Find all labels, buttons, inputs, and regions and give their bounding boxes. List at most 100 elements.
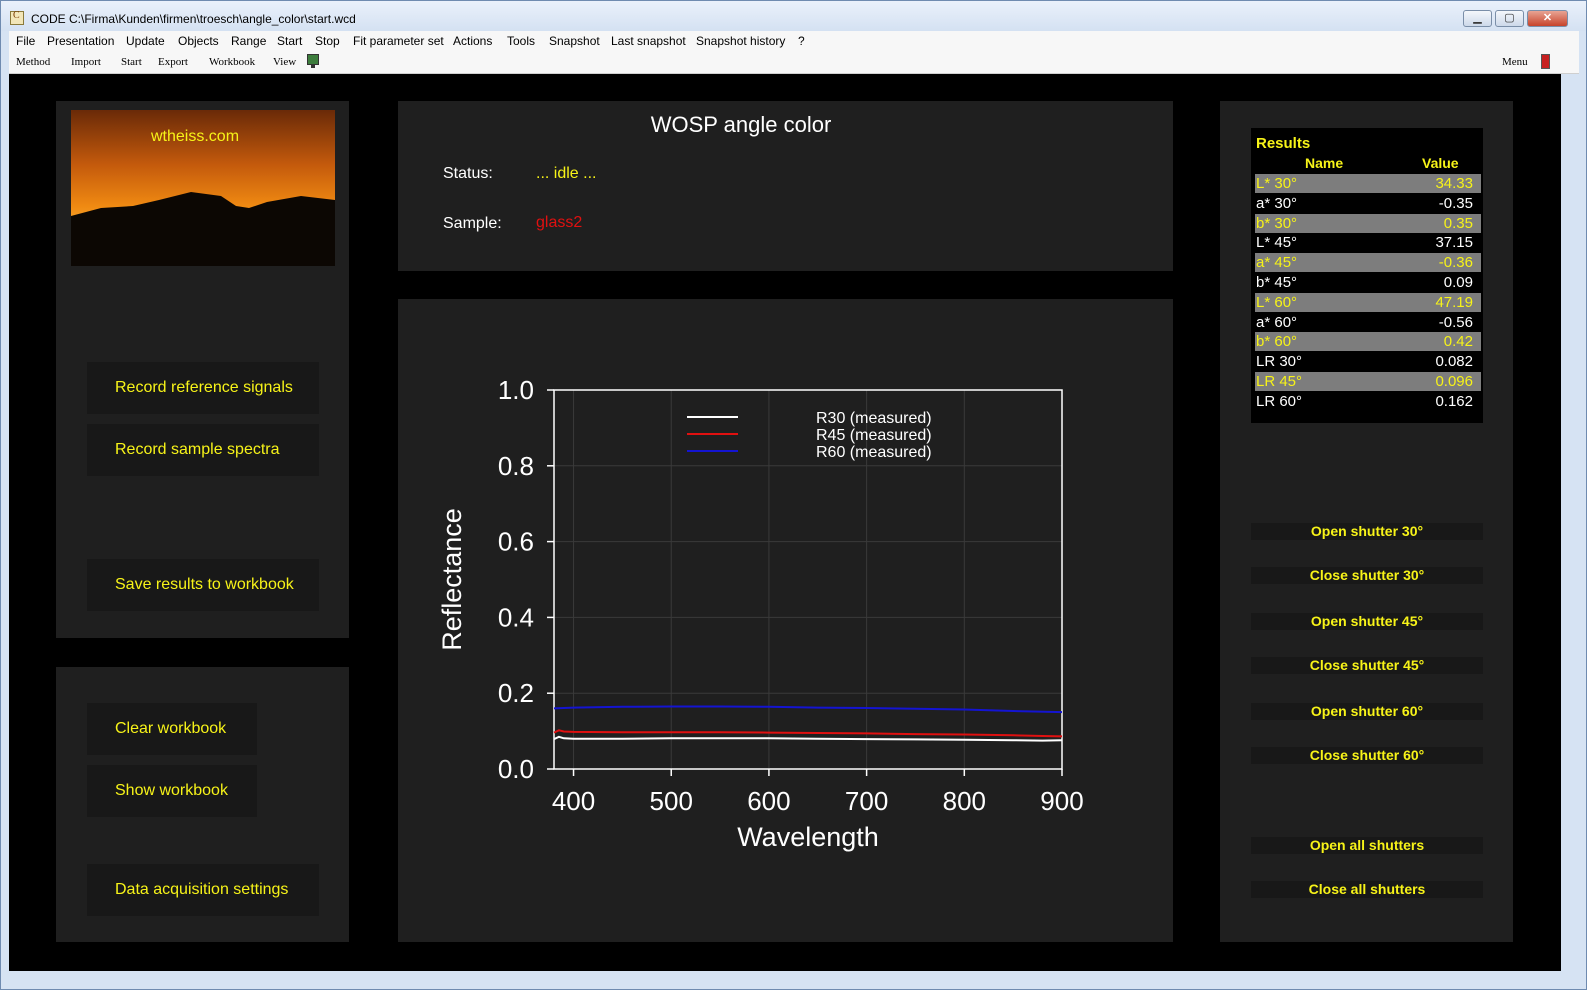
close-shutter-45-button[interactable]: Close shutter 45° (1251, 657, 1483, 674)
app-window: CODE C:\Firma\Kunden\firmen\troesch\angl… (0, 0, 1587, 990)
result-name: LR 30° (1256, 353, 1303, 371)
x-tick-label: 400 (552, 786, 595, 816)
save-results-button[interactable]: Save results to workbook (87, 559, 319, 611)
menu-tools[interactable]: Tools (507, 34, 535, 48)
chart-panel: 0.0 0.2 0.4 0.6 0.8 1.0 400 500 600 700 800 900 Wave… (398, 299, 1173, 942)
window-title: CODE C:\Firma\Kunden\firmen\troesch\angl… (31, 12, 356, 26)
app-icon (10, 10, 24, 25)
menu-fit-parameter-set[interactable]: Fit parameter set (353, 34, 444, 48)
open-shutter-45-button[interactable]: Open shutter 45° (1251, 613, 1483, 630)
toolbar-export[interactable]: Export (158, 56, 188, 68)
close-all-shutters-button[interactable]: Close all shutters (1251, 881, 1483, 898)
results-col-name: Name (1305, 155, 1344, 171)
menu-actions[interactable]: Actions (453, 34, 492, 48)
plot-area (554, 390, 1062, 769)
menu-start[interactable]: Start (277, 34, 302, 48)
result-value: 34.33 (1435, 175, 1473, 192)
table-row: L* 60° 47.19 (1255, 292, 1481, 312)
reflectance-chart: 0.0 0.2 0.4 0.6 0.8 1.0 400 500 600 700 800 900 Wave… (437, 375, 1084, 852)
result-value: -0.56 (1438, 313, 1473, 331)
close-shutter-30-button[interactable]: Close shutter 30° (1251, 567, 1483, 584)
status-value: ... idle ... (536, 165, 597, 182)
info-panel: WOSP angle color Status: ... idle ... Sa… (398, 101, 1173, 271)
results-table: Results Name Value L* 30° 34.33 a* 30° -0.3… (1251, 128, 1483, 423)
x-tick-label: 500 (650, 786, 693, 816)
table-row: L* 30° 34.33 (1255, 174, 1481, 193)
menu-update[interactable]: Update (126, 34, 165, 48)
y-tick-label: 0.2 (498, 678, 534, 708)
table-row: LR 60° 0.162 (1255, 392, 1481, 411)
toolbar: Method Import Start Export Workbook View… (9, 51, 1579, 74)
toolbar-menu[interactable]: Menu (1502, 56, 1528, 68)
y-axis-label: Reflectance (437, 508, 467, 651)
toolbar-start[interactable]: Start (121, 56, 142, 68)
minimize-button[interactable]: ▁ (1463, 10, 1492, 27)
table-row: L* 45° 37.15 (1255, 233, 1481, 252)
clear-workbook-button[interactable]: Clear workbook (87, 703, 257, 755)
results-col-value: Value (1422, 155, 1459, 171)
open-shutter-60-button[interactable]: Open shutter 60° (1251, 703, 1483, 720)
result-value: 37.15 (1435, 234, 1473, 252)
status-label: Status: (443, 165, 493, 182)
close-button[interactable]: ✕ (1527, 10, 1568, 27)
result-value: 0.09 (1443, 274, 1473, 291)
result-name: b* 30° (1256, 214, 1298, 232)
result-name: L* 45° (1256, 234, 1298, 252)
menu-range[interactable]: Range (231, 34, 266, 48)
mountain-silhouette (71, 192, 335, 266)
toolbar-view[interactable]: View (273, 56, 296, 68)
show-workbook-button[interactable]: Show workbook (87, 765, 257, 817)
y-tick-label: 0.0 (498, 754, 534, 784)
result-name: a* 60° (1256, 313, 1298, 331)
menu-snapshot-history[interactable]: Snapshot history (696, 34, 785, 48)
legend-label: R30 (measured) (816, 410, 932, 427)
table-row: b* 45° 0.09 (1255, 273, 1481, 292)
sample-value: glass2 (536, 214, 583, 231)
menu-last-snapshot[interactable]: Last snapshot (611, 34, 686, 48)
result-name: a* 45° (1256, 254, 1298, 272)
x-axis-label: Wavelength (737, 822, 879, 852)
y-tick-label: 1.0 (498, 375, 534, 405)
result-name: b* 60° (1256, 333, 1298, 351)
toolbar-workbook[interactable]: Workbook (209, 56, 255, 68)
open-shutter-30-button[interactable]: Open shutter 30° (1251, 523, 1483, 540)
record-reference-signals-button[interactable]: Record reference signals (87, 362, 319, 414)
toolbar-method[interactable]: Method (16, 56, 50, 68)
menu-snapshot[interactable]: Snapshot (549, 34, 600, 48)
table-row: LR 45° 0.096 (1255, 372, 1481, 391)
result-value: 0.35 (1443, 214, 1473, 232)
results-title: Results (1256, 135, 1311, 152)
y-tick-label: 0.8 (498, 451, 534, 481)
open-all-shutters-button[interactable]: Open all shutters (1251, 837, 1483, 854)
result-value: 47.19 (1435, 293, 1473, 311)
result-value: -0.36 (1438, 254, 1473, 272)
table-row: LR 30° 0.082 (1255, 352, 1481, 371)
result-name: L* 30° (1256, 175, 1298, 192)
result-name: b* 45° (1256, 274, 1298, 291)
close-shutter-60-button[interactable]: Close shutter 60° (1251, 747, 1483, 764)
page-title: WOSP angle color (650, 112, 832, 137)
table-row: b* 60° 0.42 (1255, 332, 1481, 352)
menu-help[interactable]: ? (798, 34, 805, 48)
x-tick-label: 800 (943, 786, 986, 816)
menu-objects[interactable]: Objects (178, 34, 219, 48)
record-sample-spectra-button[interactable]: Record sample spectra (87, 424, 319, 476)
menu-presentation[interactable]: Presentation (47, 34, 114, 48)
monitor-icon[interactable] (307, 54, 319, 68)
table-row: a* 30° -0.35 (1255, 194, 1481, 213)
table-row: a* 45° -0.36 (1255, 253, 1481, 273)
maximize-button[interactable]: ▢ (1495, 10, 1524, 27)
device-icon[interactable] (1541, 54, 1550, 69)
result-name: LR 45° (1256, 373, 1303, 390)
table-row: a* 60° -0.56 (1255, 313, 1481, 332)
result-value: 0.162 (1435, 392, 1473, 410)
x-tick-label: 600 (747, 786, 790, 816)
legend-label: R60 (measured) (816, 444, 932, 461)
result-value: 0.096 (1435, 373, 1473, 390)
data-acquisition-settings-button[interactable]: Data acquisition settings (87, 864, 319, 916)
menu-file[interactable]: File (16, 34, 35, 48)
menu-stop[interactable]: Stop (315, 34, 340, 48)
toolbar-import[interactable]: Import (71, 56, 101, 68)
result-value: 0.42 (1443, 333, 1473, 351)
result-name: a* 30° (1256, 194, 1298, 212)
